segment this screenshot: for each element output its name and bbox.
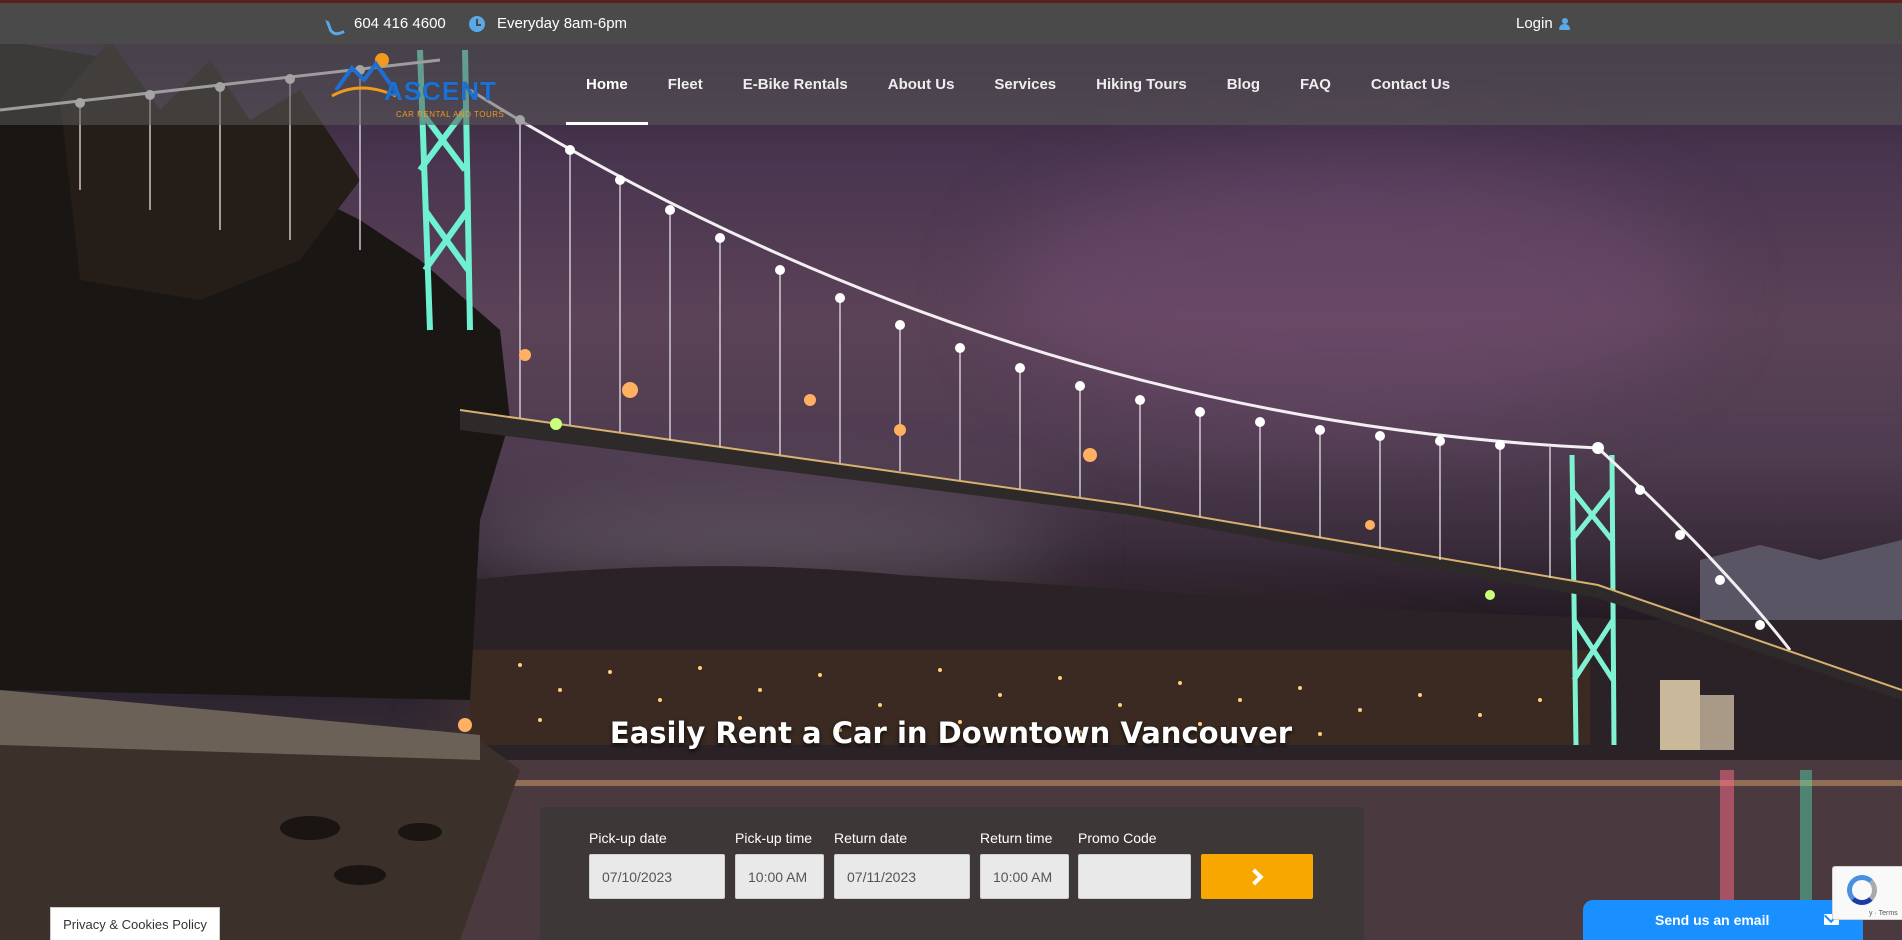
- phone-icon: [326, 16, 342, 32]
- send-email-widget[interactable]: Send us an email: [1583, 900, 1863, 940]
- clock-icon: [469, 15, 485, 32]
- nav-item-home[interactable]: Home: [566, 44, 648, 125]
- pickup-time-label: Pick-up time: [735, 830, 813, 846]
- promo-code-field: Promo Code: [1078, 830, 1191, 899]
- pickup-time-select[interactable]: 10:00 AM: [735, 854, 824, 899]
- logo-wordmark: ASCENT: [384, 76, 497, 106]
- user-icon[interactable]: [1558, 17, 1570, 30]
- hero-background: [0, 0, 1902, 940]
- nav-item-blog[interactable]: Blog: [1207, 44, 1280, 125]
- nav-item-fleet[interactable]: Fleet: [648, 44, 723, 125]
- nav-menu: Home Fleet E-Bike Rentals About Us Servi…: [566, 44, 1470, 125]
- promo-code-label: Promo Code: [1078, 830, 1157, 846]
- privacy-cookies-link[interactable]: Privacy & Cookies Policy: [50, 907, 220, 940]
- return-time-field: Return time 10:00 AM: [980, 830, 1069, 899]
- recaptcha-icon: [1847, 875, 1877, 905]
- pickup-date-input[interactable]: 07/10/2023: [589, 854, 725, 899]
- main-navbar: ASCENT CAR RENTAL AND TOURS Home Fleet E…: [0, 44, 1902, 125]
- nav-item-hiking-tours[interactable]: Hiking Tours: [1076, 44, 1207, 125]
- promo-code-input[interactable]: [1078, 854, 1191, 899]
- return-date-field: Return date 07/11/2023: [834, 830, 970, 899]
- login-label[interactable]: Login: [1516, 15, 1553, 32]
- chevron-right-icon: [1246, 868, 1264, 885]
- top-info-bar: 604 416 4600 Everyday 8am-6pm Login: [0, 0, 1902, 44]
- phone-number[interactable]: 604 416 4600: [354, 15, 446, 32]
- pickup-date-label: Pick-up date: [589, 830, 667, 846]
- search-submit-button[interactable]: [1201, 854, 1313, 899]
- return-date-input[interactable]: 07/11/2023: [834, 854, 970, 899]
- nav-item-about-us[interactable]: About Us: [868, 44, 975, 125]
- business-hours: Everyday 8am-6pm: [469, 15, 627, 32]
- phone-contact[interactable]: 604 416 4600: [326, 15, 446, 32]
- nav-item-contact-us[interactable]: Contact Us: [1351, 44, 1470, 125]
- nav-item-services[interactable]: Services: [974, 44, 1076, 125]
- booking-form: Pick-up date 07/10/2023 Pick-up time 10:…: [540, 807, 1364, 940]
- pickup-time-field: Pick-up time 10:00 AM: [735, 830, 824, 899]
- nav-item-e-bike-rentals[interactable]: E-Bike Rentals: [723, 44, 868, 125]
- return-time-label: Return time: [980, 830, 1053, 846]
- return-date-label: Return date: [834, 830, 908, 846]
- pickup-date-field: Pick-up date 07/10/2023: [589, 830, 725, 899]
- send-email-label[interactable]: Send us an email: [1655, 912, 1769, 928]
- logo-tagline: CAR RENTAL AND TOURS: [396, 110, 505, 119]
- site-logo[interactable]: ASCENT CAR RENTAL AND TOURS: [330, 48, 510, 124]
- return-time-select[interactable]: 10:00 AM: [980, 854, 1069, 899]
- login-link[interactable]: Login: [1516, 15, 1570, 32]
- bridge-scene: [0, 40, 1902, 940]
- hours-text: Everyday 8am-6pm: [497, 15, 628, 32]
- nav-item-faq[interactable]: FAQ: [1280, 44, 1351, 125]
- recaptcha-badge[interactable]: y · Terms: [1832, 866, 1902, 920]
- hero-headline: Easily Rent a Car in Downtown Vancouver: [609, 716, 1293, 750]
- recaptcha-terms[interactable]: y · Terms: [1869, 910, 1898, 917]
